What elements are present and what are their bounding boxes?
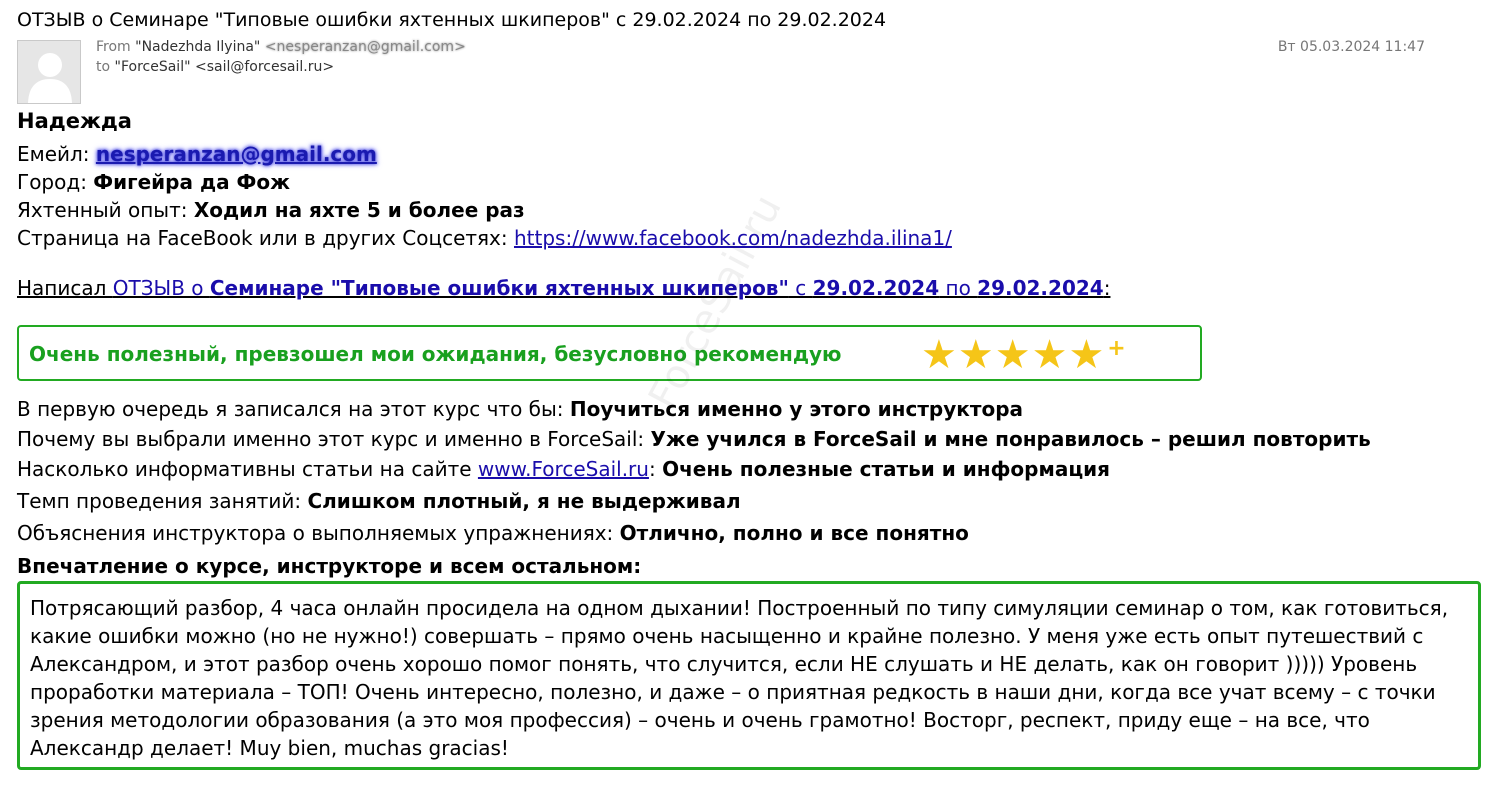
star-icon: ★ <box>1031 332 1068 378</box>
question-3-label: Насколько информативны статьи на сайте <box>17 457 478 481</box>
wrote-prefix: Написал <box>17 276 113 300</box>
from-label: From <box>96 39 131 55</box>
wrote-date-from[interactable]: 29.02.2024 <box>813 276 940 300</box>
impression-text: Потрясающий разбор, 4 часа онлайн просид… <box>30 596 1449 760</box>
email-subject: ОТЗЫВ о Семинаре "Типовые ошибки яхтенны… <box>17 9 887 31</box>
watermark: ForceSail.ru <box>640 187 791 417</box>
question-1-label: В первую очередь я записался на этот кур… <box>17 397 570 421</box>
question-5-answer: Отлично, полно и все понятно <box>619 521 969 545</box>
question-4: Темп проведения занятий: Слишком плотный… <box>17 489 741 513</box>
question-2-answer: Уже учился в ForceSail и мне понравилось… <box>650 427 1371 451</box>
wrote-review-link[interactable]: ОТЗЫВ о <box>113 276 210 300</box>
impression-title: Впечатление о курсе, инструкторе и всем … <box>17 554 642 578</box>
plus-icon: + <box>1107 335 1126 361</box>
question-5-label: Объяснения инструктора о выполняемых упр… <box>17 521 620 545</box>
forcesail-site-link[interactable]: www.ForceSail.ru <box>478 457 649 481</box>
wrote-date-to[interactable]: 29.02.2024 <box>977 276 1104 300</box>
city-label: Город: <box>17 170 94 194</box>
city-value: Фигейра да Фож <box>93 170 291 194</box>
impression-box: Потрясающий разбор, 4 часа онлайн просид… <box>17 581 1481 770</box>
email-field-line: Емейл: nesperanzan@gmail.com <box>17 142 377 166</box>
wrote-from: с <box>788 276 813 300</box>
to-line: to "ForceSail" <sail@forcesail.ru> <box>96 59 334 75</box>
star-icon: ★ <box>921 332 957 378</box>
email-date: Вт 05.03.2024 11:47 <box>1277 39 1425 55</box>
question-3-colon: : <box>648 457 663 481</box>
wrote-colon: : <box>1103 276 1111 300</box>
experience-value: Ходил на яхте 5 и более раз <box>193 198 525 222</box>
email-label: Емейл: <box>17 142 96 166</box>
question-3: Насколько информативны статьи на сайте w… <box>17 457 1110 481</box>
sender-avatar <box>17 40 81 104</box>
experience-label: Яхтенный опыт: <box>17 198 194 222</box>
question-4-answer: Слишком плотный, я не выдерживал <box>307 489 741 513</box>
city-line: Город: Фигейра да Фож <box>17 170 290 194</box>
question-2: Почему вы выбрали именно этот курс и име… <box>17 427 1371 451</box>
email-value[interactable]: nesperanzan@gmail.com <box>96 142 377 166</box>
wrote-course-link[interactable]: Семинаре "Типовые ошибки яхтенных шкипер… <box>210 276 789 300</box>
from-email[interactable]: <nesperanzan@gmail.com> <box>265 39 466 55</box>
question-4-label: Темп проведения занятий: <box>17 489 308 513</box>
star-icon: ★ <box>994 332 1031 378</box>
wrote-to: по <box>939 276 978 300</box>
wrote-review-line: Написал ОТЗЫВ о Семинаре "Типовые ошибки… <box>17 276 1110 300</box>
question-5: Объяснения инструктора о выполняемых упр… <box>17 521 969 545</box>
facebook-label: Страница на FaceBook или в других Соцсет… <box>17 226 514 250</box>
facebook-line: Страница на FaceBook или в других Соцсет… <box>17 226 952 250</box>
question-2-label: Почему вы выбрали именно этот курс и име… <box>17 427 651 451</box>
rating-stars: ★ ★ ★ ★ ★ + <box>921 335 1126 375</box>
person-silhouette-icon <box>18 41 80 103</box>
star-icon: ★ <box>1068 332 1105 378</box>
experience-line: Яхтенный опыт: Ходил на яхте 5 и более р… <box>17 198 525 222</box>
from-line: From "Nadezhda Ilyina" <nesperanzan@gmai… <box>96 39 466 55</box>
to-value[interactable]: "ForceSail" <sail@forcesail.ru> <box>115 59 335 75</box>
star-icon: ★ <box>957 332 994 378</box>
rating-text: Очень полезный, превзошел мои ожидания, … <box>29 342 842 366</box>
question-3-answer: Очень полезные статьи и информация <box>662 457 1111 481</box>
question-1: В первую очередь я записался на этот кур… <box>17 397 1023 421</box>
reviewer-name: Надежда <box>17 109 132 133</box>
rating-box: Очень полезный, превзошел мои ожидания, … <box>17 325 1202 381</box>
question-1-answer: Поучиться именно у этого инструктора <box>569 397 1024 421</box>
facebook-link[interactable]: https://www.facebook.com/nadezhda.ilina1… <box>514 226 952 250</box>
from-name[interactable]: "Nadezhda Ilyina" <box>135 39 260 55</box>
to-label: to <box>96 59 111 75</box>
